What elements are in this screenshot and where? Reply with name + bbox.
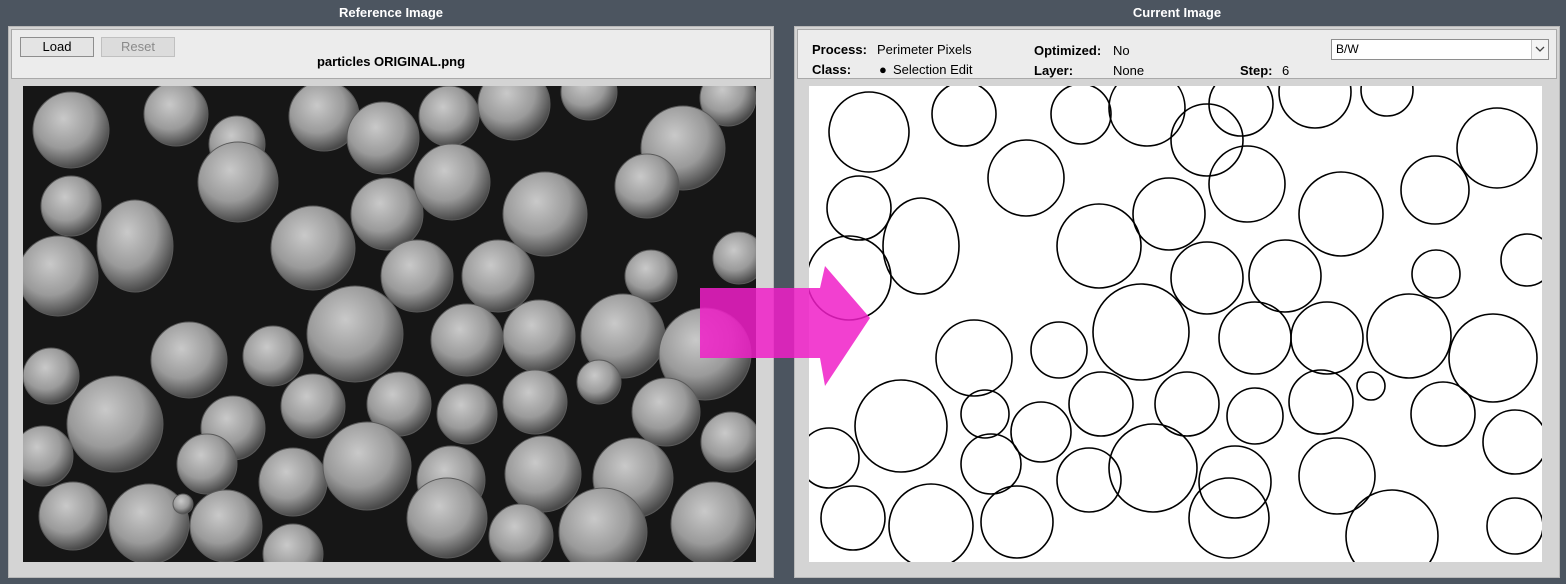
class-value[interactable]: Selection Edit	[893, 62, 973, 77]
step-label: Step:	[1240, 63, 1273, 78]
right-arrow-icon	[700, 266, 875, 401]
optimized-label: Optimized:	[1034, 43, 1102, 58]
view-mode-value: B/W	[1336, 42, 1359, 56]
reference-pane: Load Reset particles ORIGINAL.png	[8, 26, 774, 578]
class-bullet-icon: ●	[879, 62, 887, 77]
current-pane: Process: Perimeter Pixels Class: ● Selec…	[794, 26, 1560, 578]
current-pane-title: Current Image	[1132, 5, 1222, 20]
reference-filename: particles ORIGINAL.png	[316, 54, 466, 69]
class-label: Class:	[812, 62, 852, 77]
process-value: Perimeter Pixels	[877, 42, 972, 57]
chevron-down-icon[interactable]	[1531, 40, 1548, 59]
optimized-value: No	[1113, 43, 1130, 58]
reference-pane-title: Reference Image	[338, 5, 444, 20]
view-mode-select[interactable]: B/W	[1331, 39, 1549, 60]
current-toolbar: Process: Perimeter Pixels Class: ● Selec…	[797, 29, 1557, 79]
step-value: 6	[1282, 63, 1290, 78]
layer-value: None	[1113, 63, 1145, 78]
current-image[interactable]	[809, 86, 1542, 562]
process-label: Process:	[812, 42, 867, 57]
reference-toolbar: Load Reset particles ORIGINAL.png	[11, 29, 771, 79]
layer-label: Layer:	[1034, 63, 1074, 78]
reference-image[interactable]	[23, 86, 756, 562]
perimeter-outline-image	[809, 86, 1542, 562]
particles-micrograph	[23, 86, 756, 562]
